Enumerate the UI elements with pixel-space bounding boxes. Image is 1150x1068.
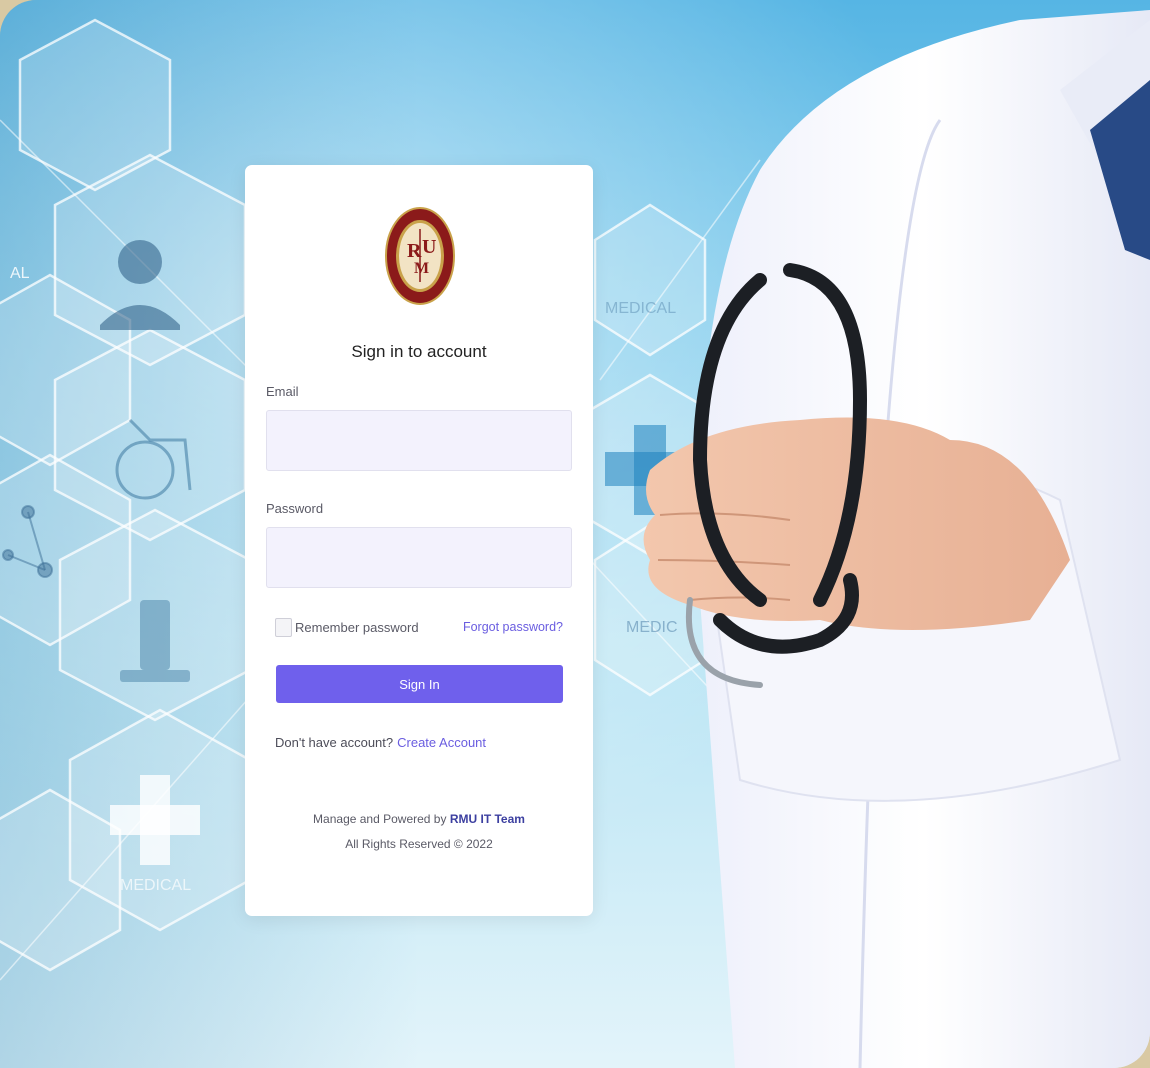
copyright: All Rights Reserved © 2022 <box>345 837 493 851</box>
powered-team: RMU IT Team <box>449 812 525 826</box>
password-field[interactable] <box>266 527 572 588</box>
no-account-row: Don't have account? Create Account <box>275 735 486 750</box>
powered-prefix: Manage and Powered by <box>313 812 447 826</box>
sign-in-label: Sign In <box>399 676 440 692</box>
no-account-text: Don't have account? <box>275 735 394 750</box>
create-account-link[interactable]: Create Account <box>397 735 486 750</box>
remember-row: Remember password Forgot password? <box>275 618 565 638</box>
login-card: R U M Sign in to account Email Password … <box>245 165 593 916</box>
email-field[interactable] <box>266 410 572 471</box>
page-frame: MEDICAL MEDICAL MEDIC AL R U M Sign in t… <box>0 0 1150 1068</box>
forgot-password-link[interactable]: Forgot password? <box>463 620 563 634</box>
svg-text:U: U <box>422 236 436 258</box>
email-label: Email <box>266 384 299 399</box>
remember-checkbox[interactable] <box>275 618 292 637</box>
remember-label[interactable]: Remember password <box>295 620 419 635</box>
password-label: Password <box>266 501 324 516</box>
svg-text:M: M <box>414 260 429 277</box>
university-logo: R U M <box>385 207 455 305</box>
page-title: Sign in to account <box>351 342 487 361</box>
powered-by: Manage and Powered by RMU IT Team <box>245 812 593 826</box>
sign-in-button[interactable]: Sign In <box>276 665 563 703</box>
